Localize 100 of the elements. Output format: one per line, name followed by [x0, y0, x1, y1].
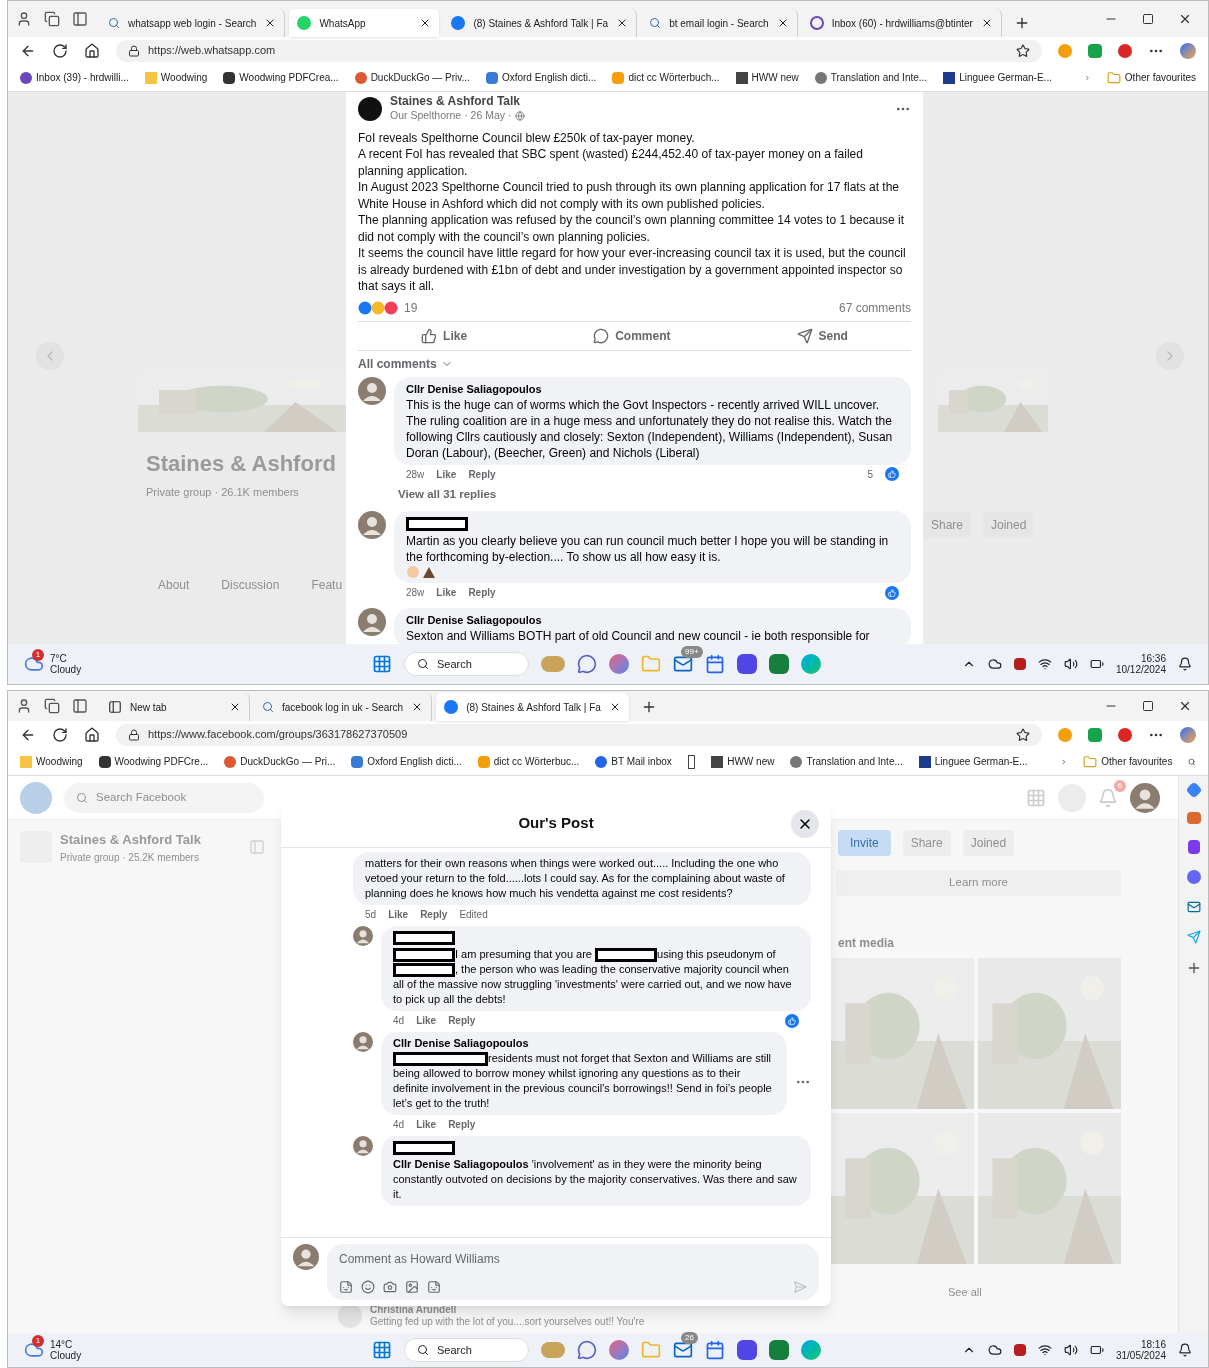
home-icon[interactable]	[84, 42, 100, 59]
bookmark[interactable]: DuckDuckGo — Pri...	[224, 754, 336, 769]
chat-icon[interactable]	[577, 654, 598, 674]
page-icon[interactable]	[687, 754, 696, 769]
address-bar[interactable]: https://www.facebook.com/groups/363178627370509	[116, 723, 1042, 746]
reply-link[interactable]: Reply	[420, 907, 448, 922]
bookmark[interactable]: DuckDuckGo — Priv...	[354, 70, 470, 85]
bookmark[interactable]: Inbox (39) - hrdwilli...	[20, 70, 129, 85]
favourite-star-icon[interactable]	[1016, 43, 1030, 58]
bookmark[interactable]: dict cc Wörterbuc...	[477, 754, 580, 769]
group-name[interactable]: Staines & Ashford Talk	[390, 94, 887, 108]
close-icon[interactable]	[229, 701, 241, 713]
like-link[interactable]: Like	[388, 907, 409, 922]
post-action-button[interactable]: Comment	[593, 326, 671, 345]
maximize-icon[interactable]	[1142, 13, 1154, 25]
search-icon	[417, 1344, 430, 1356]
clock-date: 10/12/2024	[1115, 664, 1166, 675]
search-icon	[76, 791, 88, 804]
refresh-icon[interactable]	[52, 726, 68, 743]
calendar-icon[interactable]	[705, 1340, 726, 1360]
gif-icon[interactable]	[405, 1280, 419, 1294]
bookmark[interactable]: Translation and Inte...	[790, 754, 903, 769]
like-link[interactable]: Like	[416, 1013, 437, 1029]
lock-icon	[128, 728, 140, 741]
like-link[interactable]: Like	[436, 585, 457, 600]
like-link[interactable]: Like	[416, 1117, 437, 1133]
reply-link[interactable]: Reply	[448, 1013, 476, 1029]
bookmark[interactable]: Woodwing	[20, 754, 83, 769]
bookmark[interactable]: HWW new	[735, 70, 799, 85]
battery-icon[interactable]	[1089, 1343, 1104, 1357]
bookmark[interactable]: Other favourites	[1083, 754, 1173, 769]
browser-tab[interactable]: WhatsApp	[289, 9, 440, 37]
comment-count[interactable]: 67 comments	[838, 298, 911, 317]
wifi-icon[interactable]	[1037, 657, 1052, 671]
reaction-count: 19	[404, 299, 418, 317]
reply-link[interactable]: Reply	[468, 466, 496, 482]
browser-tab[interactable]: (8) Staines & Ashford Talk | Fa	[436, 693, 629, 721]
post-text: A recent FoI has revealed that SBC spent (wasted) £244,452.40 of tax-payer money on a failed planning application.	[358, 146, 864, 180]
like-link[interactable]: Like	[436, 466, 457, 482]
comment-author[interactable]: Cllr Denise Saliagopoulos	[406, 612, 899, 628]
bookmark[interactable]: Woodwing PDFCre...	[98, 754, 209, 769]
invite-button[interactable]: Invite	[838, 830, 891, 856]
bookmark[interactable]: BT Mail inbox	[595, 754, 672, 769]
emoji-icon[interactable]	[361, 1280, 375, 1294]
refresh-icon[interactable]	[52, 42, 68, 59]
notifications-icon[interactable]	[1178, 1343, 1192, 1357]
bookmark[interactable]: dict cc Wörterbuch...	[612, 70, 720, 85]
bookmark[interactable]: Translation and Inte...	[814, 70, 928, 85]
avatar	[353, 926, 373, 946]
tab-actions-icon[interactable]	[72, 11, 88, 27]
edited-label: Edited	[459, 908, 488, 922]
bookmark[interactable]: Other favourites	[1106, 70, 1196, 85]
comment-filter[interactable]: All comments	[358, 350, 911, 377]
bookmark[interactable]: Woodwing PDFCrea...	[223, 70, 339, 85]
comment-author[interactable]: Cllr Denise Saliagopoulos	[406, 380, 899, 397]
workspaces-icon[interactable]	[44, 698, 60, 714]
taskbar-search[interactable]: Search	[404, 1338, 530, 1362]
comment-age: 4d	[393, 1118, 405, 1133]
bookmark[interactable]: Woodwing	[144, 70, 208, 85]
bookmark[interactable]: Linguee German-E...	[918, 754, 1028, 769]
avatar	[358, 511, 386, 539]
favourite-star-icon[interactable]	[1016, 727, 1030, 742]
close-icon[interactable]	[1178, 12, 1192, 26]
start-icon[interactable]	[372, 1340, 393, 1360]
address-bar[interactable]: https://web.whatsapp.com	[116, 39, 1042, 62]
calendar-icon[interactable]	[705, 654, 726, 674]
taskbar-search[interactable]: Search	[404, 652, 530, 676]
close-button[interactable]	[791, 809, 819, 838]
cloud-icon[interactable]	[987, 657, 1002, 671]
workspaces-icon[interactable]	[44, 11, 60, 27]
bookmark[interactable]: Oxford English dicti...	[351, 754, 462, 769]
notifications-icon[interactable]	[1178, 657, 1192, 671]
volume-icon[interactable]	[1063, 1343, 1078, 1357]
maximize-icon[interactable]	[1142, 700, 1154, 712]
camera-icon[interactable]	[383, 1280, 397, 1294]
comment-author[interactable]: Cllr Denise Saliagopoulos	[393, 1036, 775, 1052]
profile-icon[interactable]	[16, 698, 32, 714]
chat-icon[interactable]	[577, 1340, 598, 1360]
reply-link[interactable]: Reply	[468, 585, 496, 600]
volume-icon[interactable]	[1063, 657, 1078, 671]
comment-field[interactable]: Comment as Howard Williams	[327, 1244, 819, 1300]
wifi-icon[interactable]	[1037, 1343, 1052, 1357]
reply-link[interactable]: Reply	[448, 1117, 476, 1133]
profile-icon[interactable]	[16, 11, 32, 27]
tab-actions-icon[interactable]	[72, 698, 88, 714]
home-icon[interactable]	[84, 726, 100, 743]
clock-date: 31/05/2024	[1115, 1350, 1166, 1361]
close-icon[interactable]	[1178, 699, 1192, 713]
bookmark[interactable]: HWW new	[711, 754, 775, 769]
post-action-button[interactable]: Like	[421, 326, 468, 345]
view-replies-link[interactable]: View all 31 replies	[394, 481, 911, 503]
bookmark[interactable]: Linguee German-E...	[943, 70, 1052, 85]
post-action-button[interactable]: Send	[796, 326, 848, 345]
bookmark[interactable]: Oxford English dicti...	[485, 70, 597, 85]
avatar-sticker-icon[interactable]	[339, 1280, 353, 1294]
sticker-icon[interactable]	[427, 1280, 441, 1294]
comment-text: Getting fed up with the lot of you....sort yourselves out!! You're	[370, 1316, 645, 1328]
start-icon[interactable]	[372, 654, 393, 674]
battery-icon[interactable]	[1089, 657, 1104, 671]
cloud-icon[interactable]	[987, 1343, 1002, 1357]
